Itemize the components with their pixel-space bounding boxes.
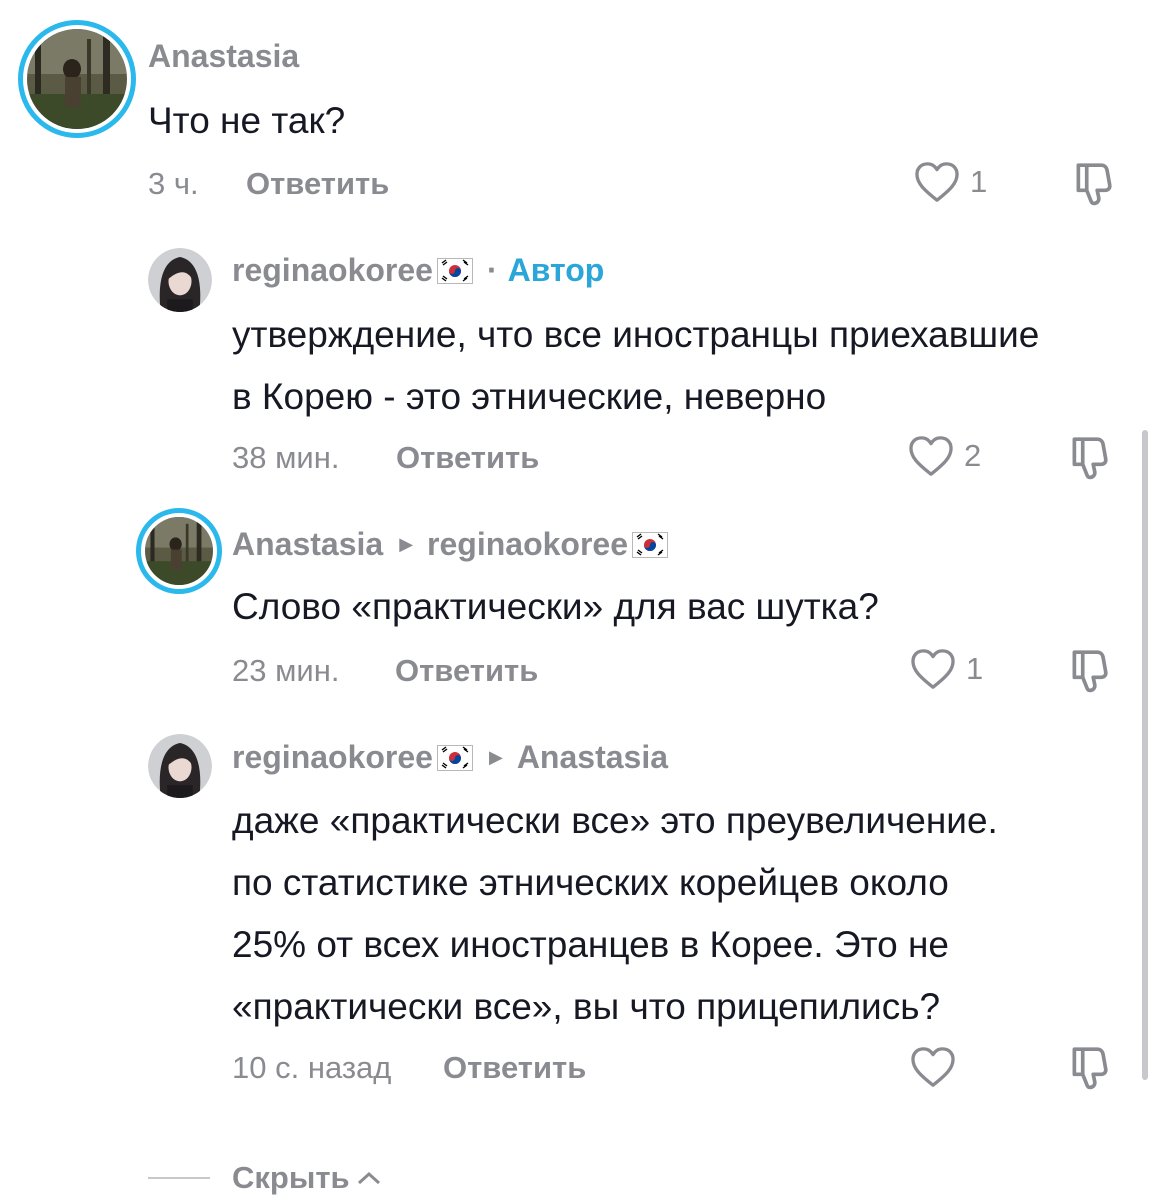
like-button[interactable]: 1 [914, 161, 987, 203]
caret-right-icon: ▶ [488, 747, 503, 767]
comment-text-line: утверждение, что все иностранцы приехавш… [232, 314, 1040, 355]
username[interactable]: Anastasia [148, 38, 299, 75]
comment-text: утверждение, что все иностранцы приехавш… [232, 304, 1039, 428]
hide-label: Скрыть [232, 1160, 350, 1195]
author-badge: Автор [507, 252, 605, 288]
dislike-icon[interactable] [1066, 434, 1112, 480]
like-count: 2 [964, 438, 982, 473]
avatar-image [27, 29, 127, 129]
reply-button[interactable]: Ответить [443, 1050, 586, 1086]
korea-flag-icon [437, 745, 473, 771]
timestamp: 38 мин. [232, 440, 340, 475]
reply-button[interactable]: Ответить [246, 166, 389, 202]
comment-text-line: «практически все», вы что прицепились? [232, 986, 941, 1027]
username[interactable]: reginaokoree [232, 252, 433, 289]
avatar-image [148, 734, 212, 798]
timestamp: 23 мин. [232, 653, 340, 688]
reply-to-username[interactable]: reginaokoree [427, 526, 628, 563]
caret-right-icon: ▶ [399, 534, 414, 554]
comment-text-line: даже «практически все» это преувеличение… [232, 800, 998, 841]
reply-button[interactable]: Ответить [396, 440, 539, 476]
like-button[interactable]: 2 [908, 435, 981, 477]
comment-text: даже «практически все» это преувеличение… [232, 790, 998, 1038]
scrollbar[interactable] [1142, 430, 1148, 1080]
avatar-image [145, 517, 213, 585]
like-button[interactable]: 1 [910, 648, 983, 690]
heart-icon [914, 161, 960, 203]
avatar[interactable] [18, 20, 136, 138]
korea-flag-icon [437, 258, 473, 284]
dislike-icon[interactable] [1066, 647, 1112, 693]
username[interactable]: Anastasia [232, 526, 383, 563]
hide-replies-button[interactable]: Скрыть [148, 1160, 382, 1196]
reply-to-username[interactable]: Anastasia [517, 739, 668, 776]
comment-text: Что не так? [148, 100, 346, 141]
heart-icon [910, 648, 956, 690]
divider [148, 1177, 210, 1179]
username[interactable]: reginaokoree [232, 739, 433, 776]
separator-dot: · [486, 252, 498, 288]
comment-text: Слово «практически» для вас шутка? [232, 586, 879, 627]
like-button[interactable] [910, 1046, 956, 1088]
heart-icon [908, 435, 954, 477]
heart-icon [910, 1046, 956, 1088]
timestamp: 3 ч. [148, 166, 199, 201]
timestamp: 10 с. назад [232, 1050, 392, 1085]
comment-text-line: по статистике этнических корейцев около [232, 862, 949, 903]
avatar[interactable] [148, 248, 212, 312]
avatar[interactable] [136, 508, 222, 594]
reply-button[interactable]: Ответить [395, 653, 538, 689]
like-count: 1 [970, 164, 988, 199]
chevron-up-icon [357, 1171, 380, 1185]
comment-text-line: в Корею - это этнические, неверно [232, 376, 827, 417]
avatar[interactable] [148, 734, 212, 798]
comment-text-line: 25% от всех иностранцев в Корее. Это не [232, 924, 949, 965]
avatar-image [148, 248, 212, 312]
like-count: 1 [966, 651, 984, 686]
korea-flag-icon [632, 532, 668, 558]
dislike-icon[interactable] [1066, 1044, 1112, 1090]
dislike-icon[interactable] [1070, 160, 1116, 206]
